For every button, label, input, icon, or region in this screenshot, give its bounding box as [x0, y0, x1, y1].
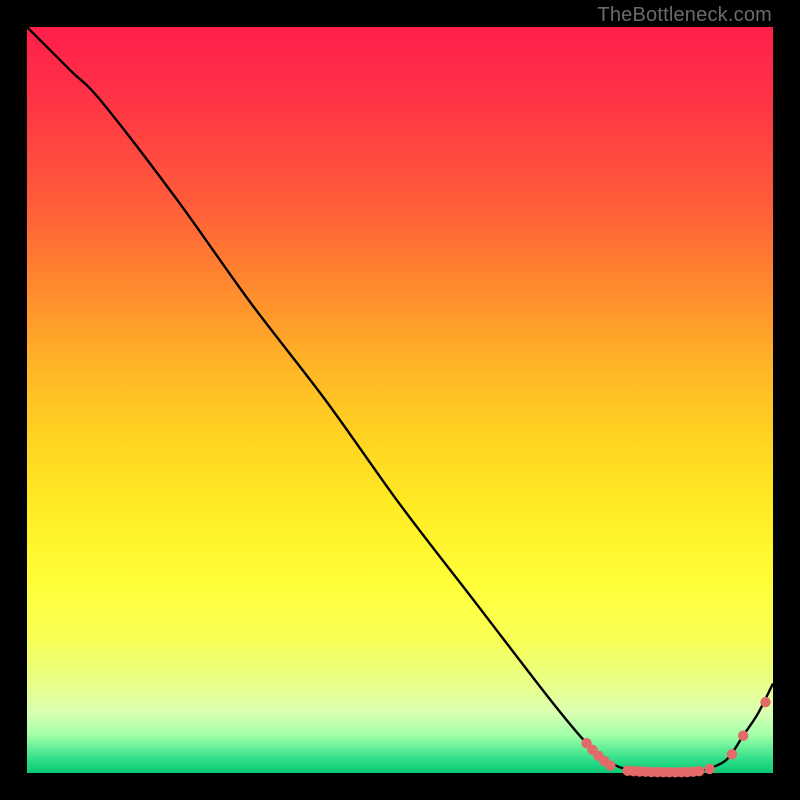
- curve-marker: [605, 760, 615, 770]
- chart-frame: TheBottleneck.com: [0, 0, 800, 800]
- curve-markers: [581, 697, 770, 778]
- curve-marker: [704, 764, 714, 774]
- curve-marker: [760, 697, 770, 707]
- bottleneck-curve: [27, 27, 773, 773]
- watermark-text: TheBottleneck.com: [597, 4, 772, 27]
- curve-marker: [727, 749, 737, 759]
- plot-area: [27, 27, 773, 773]
- curve-marker: [694, 766, 704, 776]
- curve-svg: [27, 27, 773, 773]
- curve-marker: [738, 731, 748, 741]
